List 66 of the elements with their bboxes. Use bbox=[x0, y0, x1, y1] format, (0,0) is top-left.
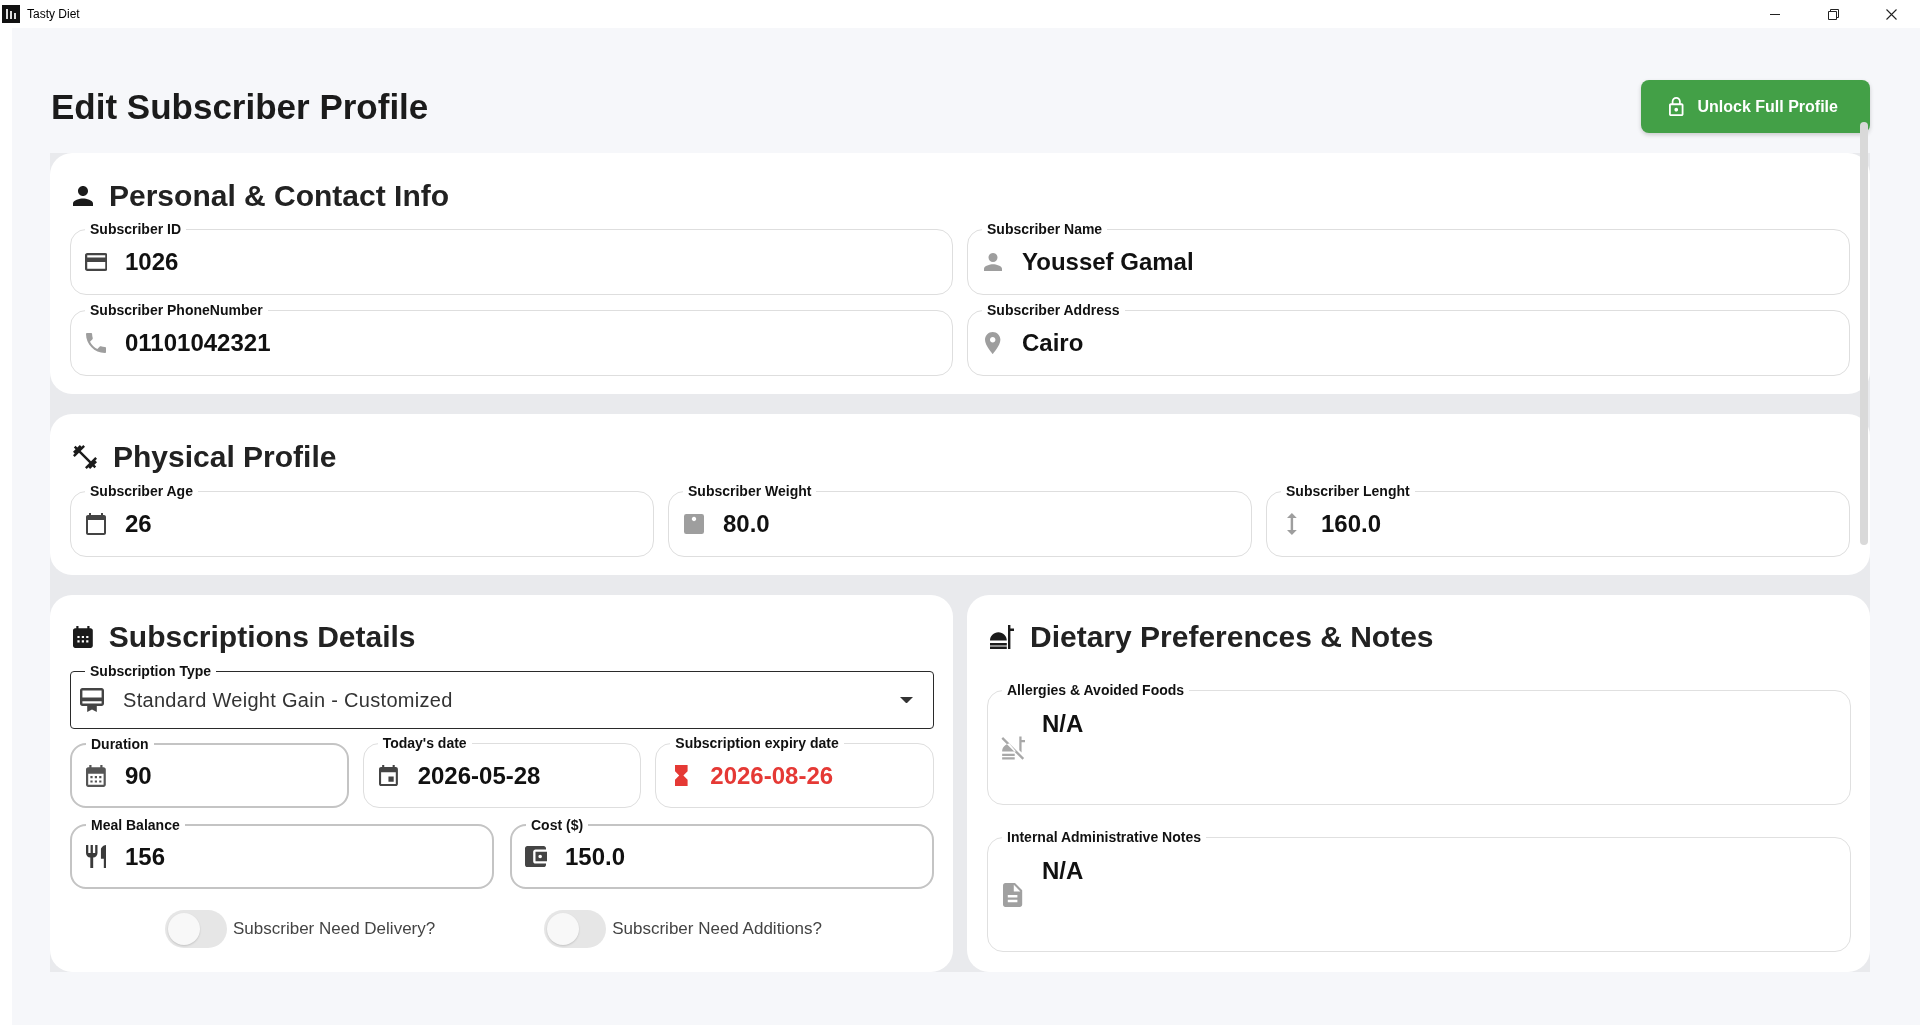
section-title: Physical Profile bbox=[113, 440, 337, 474]
calendar-icon bbox=[379, 765, 399, 786]
toggle-label: Subscriber Need Additions? bbox=[612, 918, 822, 939]
toggle-switch[interactable] bbox=[544, 909, 607, 948]
field-label: Today's date bbox=[377, 735, 472, 751]
page-title: Edit Subscriber Profile bbox=[51, 85, 429, 128]
field-value: Youssef Gamal bbox=[1022, 247, 1194, 277]
field-value: N/A bbox=[1042, 856, 1084, 886]
calendar-icon bbox=[86, 513, 106, 535]
document-icon bbox=[1003, 882, 1023, 907]
dropdown-value: Standard Weight Gain - Customized bbox=[123, 688, 453, 712]
caret-icon bbox=[900, 696, 913, 704]
minimize-icon bbox=[1770, 13, 1780, 15]
calendar-icon bbox=[86, 764, 106, 787]
field-label: Subscriber Weight bbox=[683, 483, 817, 499]
field-value: 1026 bbox=[125, 247, 179, 277]
person-icon bbox=[984, 253, 1002, 271]
field-value: 80.0 bbox=[723, 509, 770, 539]
window-title: Tasty Diet bbox=[27, 7, 80, 21]
toggle-switch[interactable] bbox=[165, 909, 227, 948]
field-label: Meal Balance bbox=[86, 817, 185, 833]
no-food-icon bbox=[1001, 735, 1025, 760]
field-value: 90 bbox=[125, 760, 152, 791]
fork-knife-icon bbox=[85, 845, 107, 868]
food-plate-icon bbox=[990, 625, 1014, 649]
section-title: Personal & Contact Info bbox=[109, 179, 450, 213]
field-value: N/A bbox=[1042, 709, 1084, 739]
person-icon bbox=[73, 186, 93, 206]
app-icon bbox=[2, 5, 20, 23]
field-value: 2026-08-26 bbox=[710, 760, 834, 791]
section-title: Subscriptions Details bbox=[108, 620, 416, 654]
field-label: Subscription expiry date bbox=[670, 735, 844, 751]
scrollbar[interactable] bbox=[1860, 122, 1868, 545]
hourglass-icon bbox=[675, 765, 688, 786]
field-label: Subscriber ID bbox=[85, 221, 187, 237]
field-label: Cost ($) bbox=[526, 817, 589, 833]
field-label: Subscription Type bbox=[85, 663, 217, 679]
field-label: Subscriber Name bbox=[982, 221, 1108, 237]
phone-icon bbox=[86, 333, 106, 353]
field-value: 2026-05-28 bbox=[417, 760, 541, 791]
dumbbell-icon bbox=[73, 445, 97, 469]
lock-icon bbox=[1669, 97, 1684, 116]
close-icon bbox=[1885, 8, 1897, 20]
field-value: 26 bbox=[125, 509, 152, 539]
section-title: Dietary Preferences & Notes bbox=[1030, 620, 1434, 654]
toggle-label: Subscriber Need Delivery? bbox=[233, 918, 436, 939]
restore-icon bbox=[1827, 8, 1839, 20]
location-pin-icon bbox=[985, 332, 1001, 354]
credit-card-icon bbox=[84, 253, 108, 271]
field-value: Cairo bbox=[1022, 328, 1084, 358]
membership-card-icon bbox=[80, 688, 104, 712]
field-label: Subscriber Lenght bbox=[1281, 483, 1415, 499]
scale-icon bbox=[684, 514, 704, 534]
field-label: Subscriber Age bbox=[85, 483, 198, 499]
field-value: 01101042321 bbox=[125, 328, 271, 358]
field-label: Duration bbox=[86, 736, 154, 752]
field-value: 160.0 bbox=[1321, 509, 1382, 539]
field-label: Subscriber PhoneNumber bbox=[85, 302, 268, 318]
field-value: 156 bbox=[125, 841, 166, 872]
calendar-icon bbox=[73, 626, 93, 648]
field-value: 150.0 bbox=[565, 841, 626, 872]
field-label: Internal Administrative Notes bbox=[1002, 829, 1206, 845]
field-label: Subscriber Address bbox=[982, 302, 1125, 318]
field-label: Allergies & Avoided Foods bbox=[1002, 682, 1190, 698]
wallet-icon bbox=[524, 846, 548, 867]
vertical-arrows-icon bbox=[1287, 513, 1297, 535]
